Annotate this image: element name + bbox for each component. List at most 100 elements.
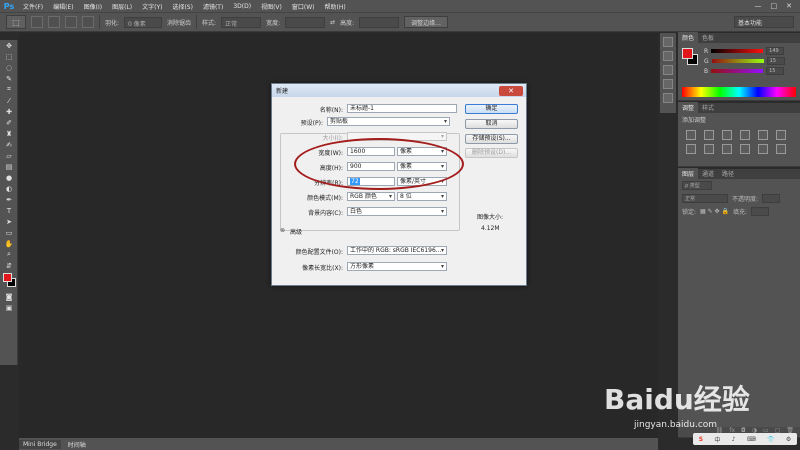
marquee-icon[interactable]: ⬚ [0, 51, 18, 62]
history-icon[interactable] [663, 37, 673, 47]
invert-icon[interactable] [776, 144, 786, 154]
color-mode-select[interactable]: RGB 颜色 [347, 192, 395, 201]
width-input[interactable]: 1600 [347, 147, 395, 156]
preset-select[interactable]: 剪贴板 [327, 117, 450, 126]
brightness-icon[interactable] [686, 130, 696, 140]
green-value[interactable]: 15 [766, 57, 785, 65]
color-balance-icon[interactable] [686, 144, 696, 154]
menu-file[interactable]: 文件(F) [18, 2, 48, 11]
tab-styles[interactable]: 样式 [698, 102, 718, 113]
close-icon[interactable]: ✕ [786, 2, 792, 10]
feather-input[interactable]: 0 像素 [124, 16, 163, 28]
quick-select-icon[interactable]: ✎ [0, 73, 18, 84]
menu-edit[interactable]: 编辑(E) [48, 2, 78, 11]
skin-icon[interactable]: 👕 [767, 436, 774, 443]
paragraph-icon[interactable] [663, 79, 673, 89]
blend-mode-select[interactable]: 正常 [682, 194, 728, 203]
path-select-icon[interactable]: ➤ [0, 216, 18, 227]
menu-layer[interactable]: 图层(L) [107, 2, 137, 11]
menu-select[interactable]: 选择(S) [167, 2, 198, 11]
swap-colors-icon[interactable]: ⇵ [0, 260, 18, 271]
layer-kind-select[interactable]: ρ 类型 [682, 181, 712, 190]
tab-swatches[interactable]: 色板 [698, 32, 718, 43]
workspace-select[interactable]: 基本功能 [734, 16, 794, 28]
height-unit-select[interactable]: 像素 [397, 162, 447, 171]
input-method-icon[interactable]: S [699, 436, 703, 443]
menu-window[interactable]: 窗口(W) [287, 2, 320, 11]
language-icon[interactable]: 中 [714, 435, 720, 444]
dodge-icon[interactable]: ◐ [0, 183, 18, 194]
menu-3d[interactable]: 3D(D) [228, 3, 256, 10]
refine-edge-button[interactable]: 调整边缘... [404, 16, 448, 28]
curves-icon[interactable] [722, 130, 732, 140]
tab-timeline[interactable]: 时间轴 [64, 439, 90, 450]
color-lookup-icon[interactable] [758, 144, 768, 154]
menu-help[interactable]: 帮助(H) [320, 2, 351, 11]
opacity-input[interactable] [762, 194, 781, 203]
tab-color[interactable]: 颜色 [678, 32, 699, 43]
brush-icon[interactable]: ✐ [0, 117, 18, 128]
minimize-icon[interactable]: — [755, 2, 762, 10]
vibrance-icon[interactable] [758, 130, 768, 140]
voice-icon[interactable]: ♪ [732, 436, 736, 443]
tab-channels[interactable]: 通道 [698, 168, 718, 179]
hue-saturation-icon[interactable] [776, 130, 786, 140]
pen-icon[interactable]: ✒ [0, 194, 18, 205]
color-profile-select[interactable]: 工作中的 RGB: sRGB IEC6196... [347, 246, 447, 255]
cancel-button[interactable]: 取消 [465, 119, 518, 129]
intersect-selection-icon[interactable] [82, 16, 94, 28]
quick-mask-icon[interactable]: ◙ [0, 291, 18, 302]
tab-paths[interactable]: 路径 [718, 168, 738, 179]
green-slider[interactable] [711, 59, 764, 63]
resolution-unit-select[interactable]: 像素/英寸 [397, 177, 447, 186]
eyedropper-icon[interactable]: ⁄ [0, 95, 18, 106]
hand-icon[interactable]: ✋ [0, 238, 18, 249]
crop-icon[interactable]: ⌗ [0, 84, 18, 95]
lasso-icon[interactable]: ◌ [0, 62, 18, 73]
dialog-close-button[interactable]: ✕ [499, 85, 523, 96]
zoom-icon[interactable]: ⌕ [0, 249, 18, 260]
menu-image[interactable]: 图像(I) [79, 2, 107, 11]
stamp-icon[interactable]: ♜ [0, 128, 18, 139]
resolution-input[interactable]: 72 [347, 177, 395, 186]
tab-mini-bridge[interactable]: Mini Bridge [19, 439, 61, 449]
history-brush-icon[interactable]: ✍ [0, 139, 18, 150]
red-slider[interactable] [711, 49, 764, 53]
menu-view[interactable]: 视图(V) [256, 2, 287, 11]
keyboard-icon[interactable]: ⌨ [747, 436, 756, 443]
info-icon[interactable] [663, 93, 673, 103]
height-input[interactable] [359, 16, 400, 28]
width-input[interactable] [285, 16, 326, 28]
antialias-checkbox[interactable]: 消除锯齿 [167, 18, 191, 27]
menu-filter[interactable]: 滤镜(T) [198, 2, 228, 11]
lock-icons[interactable]: ▦ ✎ ✥ 🔒 [700, 208, 729, 215]
settings-icon[interactable]: ⚙ [786, 436, 791, 443]
width-unit-select[interactable]: 像素 [397, 147, 447, 156]
subtract-selection-icon[interactable] [65, 16, 77, 28]
properties-icon[interactable] [663, 51, 673, 61]
menu-type[interactable]: 文字(Y) [137, 2, 167, 11]
height-input[interactable]: 900 [347, 162, 395, 171]
type-icon[interactable]: T [0, 205, 18, 216]
eraser-icon[interactable]: ▱ [0, 150, 18, 161]
foreground-color-swatch[interactable] [3, 273, 12, 282]
add-selection-icon[interactable] [48, 16, 60, 28]
ok-button[interactable]: 确定 [465, 104, 518, 114]
advanced-toggle-icon[interactable]: ⊗ [280, 227, 285, 234]
tab-layers[interactable]: 图层 [678, 168, 699, 179]
swap-icon[interactable]: ⇄ [330, 19, 335, 26]
screen-mode-icon[interactable]: ▣ [0, 302, 18, 313]
levels-icon[interactable] [704, 130, 714, 140]
photo-filter-icon[interactable] [722, 144, 732, 154]
channel-mixer-icon[interactable] [740, 144, 750, 154]
aspect-ratio-select[interactable]: 方形像素 [347, 262, 447, 271]
fill-input[interactable] [750, 207, 769, 216]
name-input[interactable]: 未标题-1 [347, 104, 457, 113]
blue-slider[interactable] [711, 69, 764, 73]
tab-adjustments[interactable]: 调整 [678, 102, 699, 113]
save-preset-button[interactable]: 存储预设(S)... [465, 134, 518, 144]
marquee-tool-preset-icon[interactable]: ⬚ [6, 15, 26, 29]
blur-icon[interactable]: ● [0, 172, 18, 183]
character-icon[interactable] [663, 65, 673, 75]
exposure-icon[interactable] [740, 130, 750, 140]
